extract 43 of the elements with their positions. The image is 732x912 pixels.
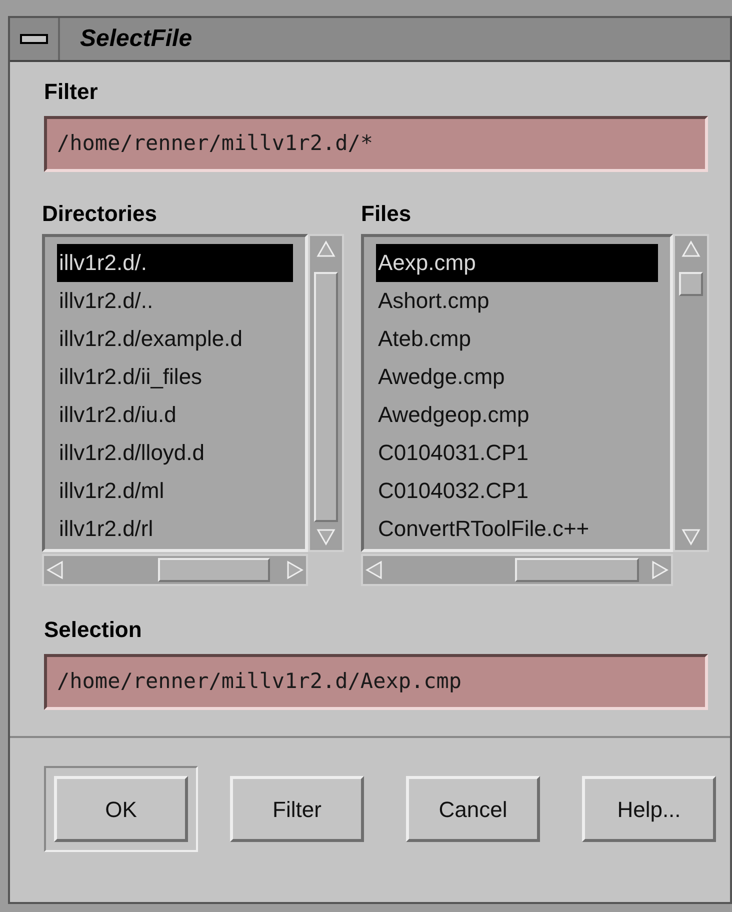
dialog-button[interactable]: Filter <box>230 776 364 842</box>
list-item[interactable]: illv1r2.d/.. <box>57 282 293 320</box>
title-bar[interactable]: SelectFile <box>10 18 730 62</box>
list-label: Directories <box>42 200 158 228</box>
list-label: Files <box>361 200 412 228</box>
window-title: SelectFile <box>80 24 192 54</box>
scroll-thumb[interactable] <box>158 558 270 582</box>
list-item[interactable]: illv1r2.d/. <box>57 244 293 282</box>
list-item[interactable]: Ateb.cmp <box>376 320 658 358</box>
list-item[interactable]: illv1r2.d/example.d <box>57 320 293 358</box>
scroll-thumb[interactable] <box>515 558 639 582</box>
scroll-up-arrow-icon[interactable] <box>316 240 336 260</box>
file-list[interactable]: illv1r2.d/. illv1r2.d/.. illv1r2.d/example.d illv1r2.d/ii_files illv1r2.d/iu.d illv1r2.d/lloyd.d illv1r2.d/ml illv1r2.d/rl <box>42 234 308 552</box>
text-field[interactable]: /home/renner/millv1r2.d/* <box>44 116 708 172</box>
horizontal-scrollbar[interactable] <box>361 554 673 586</box>
list-item[interactable]: Awedge.cmp <box>376 358 658 396</box>
list-item[interactable]: illv1r2.d/iu.d <box>57 396 293 434</box>
text-field[interactable]: /home/renner/millv1r2.d/Aexp.cmp <box>44 654 708 710</box>
list-item[interactable]: illv1r2.d/lloyd.d <box>57 434 293 472</box>
list-item[interactable]: Aexp.cmp <box>376 244 658 282</box>
list-item[interactable]: C0104031.CP1 <box>376 434 658 472</box>
vertical-scrollbar[interactable] <box>673 234 709 552</box>
scroll-up-arrow-icon[interactable] <box>681 240 701 260</box>
field-label: Filter <box>44 78 99 106</box>
dialog-button[interactable]: Cancel <box>406 776 540 842</box>
list-item[interactable]: Ashort.cmp <box>376 282 658 320</box>
dialog-button[interactable]: OK <box>54 776 188 842</box>
dialog-button[interactable]: Help... <box>582 776 716 842</box>
horizontal-scrollbar[interactable] <box>42 554 308 586</box>
list-item[interactable]: illv1r2.d/ml <box>57 472 293 510</box>
list-item[interactable]: Awedgeop.cmp <box>376 396 658 434</box>
scroll-thumb[interactable] <box>314 272 338 522</box>
list-item[interactable]: illv1r2.d/ii_files <box>57 358 293 396</box>
field-label: Selection <box>44 616 143 644</box>
list-item[interactable]: ConvertRToolFile.c++ <box>376 510 658 548</box>
list-item[interactable]: illv1r2.d/rl <box>57 510 293 548</box>
vertical-scrollbar[interactable] <box>308 234 344 552</box>
scroll-thumb[interactable] <box>679 272 703 296</box>
list-item[interactable]: C0104032.CP1 <box>376 472 658 510</box>
scroll-left-arrow-icon[interactable] <box>46 560 66 580</box>
scroll-left-arrow-icon[interactable] <box>365 560 385 580</box>
file-list[interactable]: Aexp.cmp Ashort.cmp Ateb.cmp Awedge.cmp Awedgeop.cmp C0104031.CP1 C0104032.CP1 ConvertRToolFile.c++ <box>361 234 673 552</box>
window-menu-icon[interactable] <box>20 33 48 45</box>
